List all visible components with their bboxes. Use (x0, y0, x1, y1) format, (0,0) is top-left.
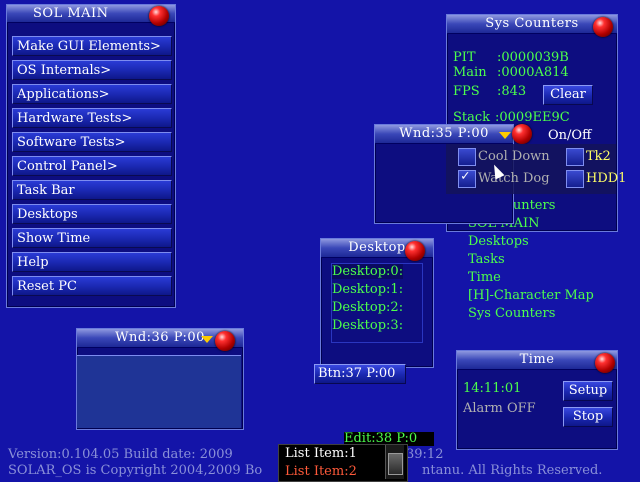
watch-dog-label[interactable]: Watch Dog (478, 171, 550, 186)
wnd36-body (77, 355, 241, 428)
main-value: :0000A814 (497, 65, 569, 80)
menu-item-desktops[interactable]: Desktops (12, 204, 172, 224)
menu-item-applications[interactable]: Applications> (12, 84, 172, 104)
watch-dog-checkbox[interactable]: ✓ (458, 168, 476, 188)
toggles-header: On/Off (548, 128, 592, 143)
time-titlebar[interactable]: Time (457, 351, 617, 370)
stop-button[interactable]: Stop (563, 407, 613, 427)
close-orb-icon[interactable] (405, 241, 425, 261)
stack-value: :0009EE9C (495, 110, 570, 125)
desktop-item-2[interactable]: Desktop:2: (332, 300, 403, 315)
cool-down-label[interactable]: Cool Down (478, 149, 550, 164)
tk2-toggle[interactable] (566, 148, 584, 166)
stack-label: Stack (453, 110, 491, 125)
desktop-window: Desktop Desktop:0: Desktop:1: Desktop:2:… (320, 238, 434, 368)
time-title: Time (519, 352, 555, 367)
sys-counters-title: Sys Counters (485, 16, 579, 31)
wnd35-titlebar[interactable]: Wnd:35 P:00 (375, 125, 513, 144)
tk2-label[interactable]: Tk2 (586, 149, 611, 164)
chevron-down-icon[interactable] (201, 336, 213, 343)
desktop-item-3[interactable]: Desktop:3: (332, 318, 403, 333)
wnd36-window: Wnd:36 P:00 (76, 328, 244, 430)
list-link-desktops[interactable]: Desktops (468, 234, 529, 249)
menu-item-control-panel[interactable]: Control Panel> (12, 156, 172, 176)
list-popup: List Item:1 List Item:2 (278, 444, 408, 482)
menu-item-task-bar[interactable]: Task Bar (12, 180, 172, 200)
scrollbar-thumb[interactable] (388, 453, 403, 475)
time-suffix: 39:12 (406, 447, 444, 462)
menu-item-make-gui[interactable]: Make GUI Elements> (12, 36, 172, 56)
btn37-button[interactable]: Btn:37 P:00 (314, 364, 406, 384)
desktop-item-1[interactable]: Desktop:1: (332, 282, 403, 297)
menu-item-show-time[interactable]: Show Time (12, 228, 172, 248)
close-orb-icon[interactable] (593, 17, 613, 37)
alarm-status: Alarm OFF (463, 401, 536, 416)
list-link-tasks[interactable]: Tasks (468, 252, 505, 267)
clock-value: 14:11:01 (463, 381, 522, 396)
wnd36-title: Wnd:36 P:00 (115, 330, 205, 345)
fps-label: FPS (453, 84, 480, 99)
hdd1-label[interactable]: HDD1 (586, 171, 626, 186)
copyright-right: ntanu. All Rights Reserved. (422, 463, 603, 478)
setup-button[interactable]: Setup (563, 381, 613, 401)
close-orb-icon[interactable] (512, 124, 532, 144)
desktop-title: Desktop (348, 240, 406, 255)
close-orb-icon[interactable] (149, 6, 169, 26)
copyright-left: SOLAR_OS is Copyright 2004,2009 Bo (8, 463, 263, 478)
menu-item-software-tests[interactable]: Software Tests> (12, 132, 172, 152)
menu-item-hardware-tests[interactable]: Hardware Tests> (12, 108, 172, 128)
desktop-item-0[interactable]: Desktop:0: (332, 264, 404, 279)
main-label: Main (453, 65, 487, 80)
sys-counters-titlebar[interactable]: Sys Counters (447, 15, 617, 34)
menu-item-help[interactable]: Help (12, 252, 172, 272)
fps-value: :843 (497, 84, 527, 99)
hdd1-toggle[interactable] (566, 170, 584, 188)
list-link-sys-counters-2[interactable]: Sys Counters (468, 306, 555, 321)
version-text: Version:0.104.05 Build date: 2009 (8, 447, 233, 462)
check-icon: ✓ (461, 168, 470, 184)
pit-label: PIT (453, 50, 476, 65)
chevron-down-icon[interactable] (499, 132, 511, 139)
wnd35-title: Wnd:35 P:00 (399, 126, 489, 141)
sol-main-title: SOL MAIN (33, 6, 109, 21)
list-link-time[interactable]: Time (468, 270, 501, 285)
close-orb-icon[interactable] (215, 331, 235, 351)
list-item-1[interactable]: List Item:1 (285, 446, 357, 461)
time-window: Time 14:11:01 Alarm OFF Setup Stop (456, 350, 618, 450)
pit-value: :0000039B (497, 50, 569, 65)
list-scrollbar[interactable] (385, 445, 404, 479)
close-orb-icon[interactable] (595, 353, 615, 373)
menu-item-os-internals[interactable]: OS Internals> (12, 60, 172, 80)
menu-item-reset-pc[interactable]: Reset PC (12, 276, 172, 296)
clear-button[interactable]: Clear (543, 85, 593, 105)
list-link-character-map[interactable]: [H]-Character Map (468, 288, 594, 303)
cool-down-checkbox[interactable] (458, 148, 476, 166)
list-item-2[interactable]: List Item:2 (285, 464, 357, 479)
